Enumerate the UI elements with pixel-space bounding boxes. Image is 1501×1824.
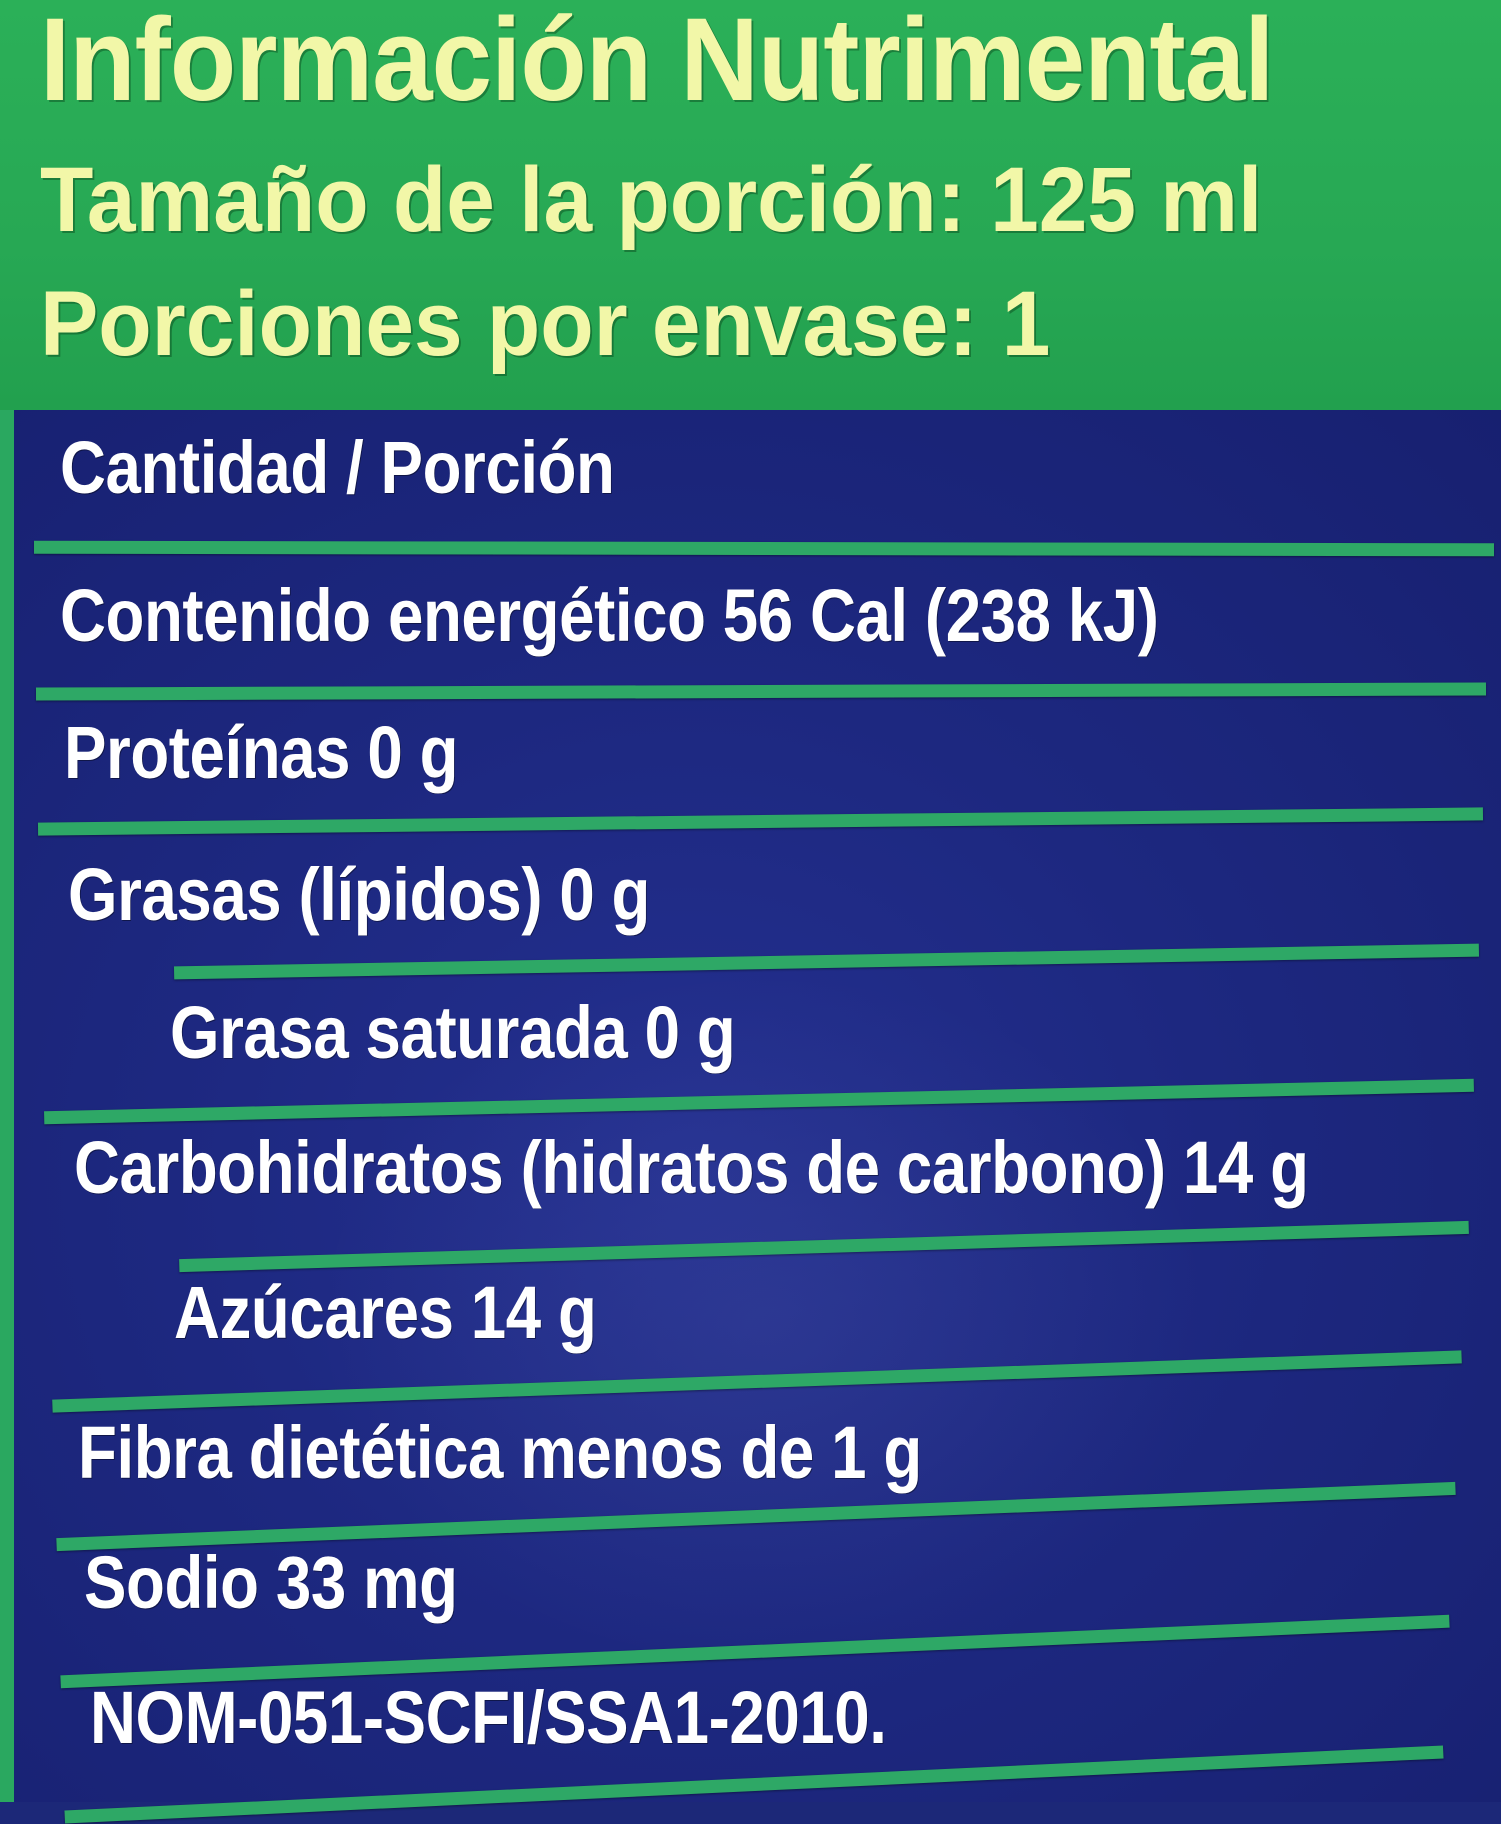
amount-per-serving: Cantidad / Porción: [60, 426, 615, 509]
nutrient-row-sodium: Sodio 33 mg: [84, 1541, 458, 1624]
divider: [52, 1350, 1462, 1413]
nutrient-row-fiber: Fibra dietética menos de 1 g: [78, 1411, 922, 1494]
divider: [33, 540, 1495, 557]
standard-reference: NOM-051-SCFI/SSA1-2010.: [90, 1676, 887, 1759]
nutrient-row-energy: Contenido energético 56 Cal (238 kJ): [60, 574, 1159, 657]
serving-size: Tamaño de la porción: 125 ml: [40, 149, 1263, 251]
servings-per-container: Porciones por envase: 1: [40, 273, 1051, 375]
nutrient-row-carbohydrates: Carbohidratos (hidratos de carbono) 14 g: [74, 1126, 1309, 1209]
divider: [35, 682, 1487, 701]
divider: [173, 943, 1480, 980]
nutrition-panel: Cantidad / Porción Contenido energético …: [0, 410, 1501, 1824]
divider: [37, 807, 1484, 836]
label-header: Información Nutrimental Tamaño de la por…: [0, 0, 1501, 410]
nutrient-row-sugars: Azúcares 14 g: [174, 1271, 597, 1354]
label-title: Información Nutrimental: [40, 0, 1274, 126]
nutrient-row-protein: Proteínas 0 g: [64, 711, 459, 794]
divider: [44, 1078, 1474, 1125]
nutrient-row-fat: Grasas (lípidos) 0 g: [68, 853, 651, 936]
nutrient-row-saturated-fat: Grasa saturada 0 g: [170, 991, 736, 1074]
divider: [179, 1220, 1469, 1273]
